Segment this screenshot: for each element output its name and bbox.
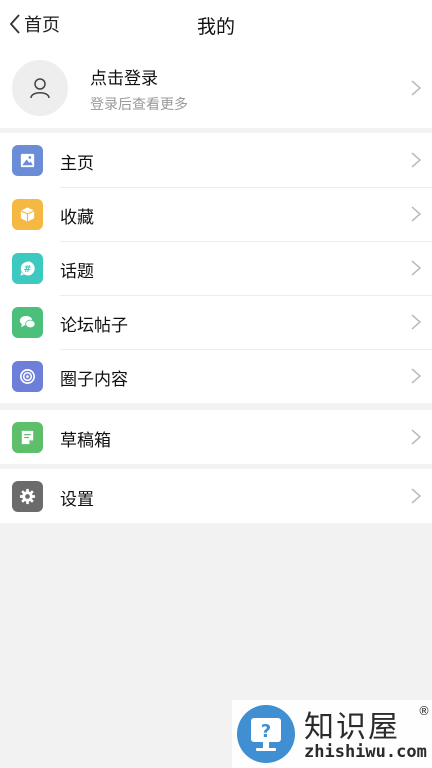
login-subtitle: 登录后查看更多	[90, 97, 188, 113]
chevron-right-icon	[411, 206, 422, 222]
hashtag-icon: #	[12, 253, 43, 284]
chat-icon-glyph	[19, 315, 36, 329]
menu-label: 草稿箱	[60, 431, 111, 451]
menu-group-settings: 设置	[0, 469, 432, 523]
login-title: 点击登录	[90, 69, 158, 89]
draft-icon-glyph	[21, 430, 34, 445]
box-icon-glyph	[20, 207, 35, 222]
menu-label: 主页	[60, 154, 94, 174]
chevron-right-icon	[411, 429, 422, 445]
chevron-right-icon	[411, 368, 422, 384]
menu-label: 圈子内容	[60, 370, 128, 390]
menu-label: 话题	[60, 262, 94, 282]
nav-bar: 首页 我的	[0, 0, 432, 48]
circle-icon	[12, 361, 43, 392]
menu-item-topics[interactable]: # 话题	[0, 241, 432, 295]
chevron-right-icon	[411, 260, 422, 276]
menu-label: 收藏	[60, 208, 94, 228]
gear-icon	[12, 481, 43, 512]
chevron-right-icon	[411, 488, 422, 504]
chevron-right-icon	[411, 314, 422, 330]
menu-group-drafts: 草稿箱	[0, 410, 432, 464]
chevron-right-icon	[411, 152, 422, 168]
menu-label: 论坛帖子	[60, 316, 128, 336]
svg-text:#: #	[24, 264, 32, 275]
avatar	[12, 60, 68, 116]
menu-item-drafts[interactable]: 草稿箱	[0, 410, 432, 464]
circle-icon-glyph	[19, 368, 36, 385]
box-icon	[12, 199, 43, 230]
gear-icon-glyph	[19, 488, 36, 505]
menu-item-settings[interactable]: 设置	[0, 469, 432, 523]
chat-icon	[12, 307, 43, 338]
menu-item-circle-content[interactable]: 圈子内容	[0, 349, 432, 403]
watermark: ? 知识屋 ® zhishiwu.com	[232, 700, 432, 768]
image-icon-glyph	[20, 153, 35, 168]
help-monitor-icon: ?	[237, 705, 295, 763]
login-row[interactable]: 点击登录 登录后查看更多	[0, 48, 432, 128]
registered-mark: ®	[418, 704, 430, 718]
user-icon	[30, 78, 50, 99]
menu-item-homepage[interactable]: 主页	[0, 133, 432, 187]
page-title: 我的	[196, 16, 235, 38]
chevron-right-icon	[411, 80, 422, 96]
hashtag-icon-glyph: #	[20, 261, 35, 276]
menu-item-forum-posts[interactable]: 论坛帖子	[0, 295, 432, 349]
svg-text:?: ?	[261, 721, 271, 742]
draft-icon	[12, 422, 43, 453]
watermark-url: zhishiwu.com	[304, 742, 427, 762]
menu-label: 设置	[60, 490, 94, 510]
image-icon	[12, 145, 43, 176]
watermark-title: 知识屋	[304, 710, 400, 745]
menu-group-main: 主页 收藏 # 话题 论坛帖子 圈子内容	[0, 133, 432, 403]
menu-item-favorites[interactable]: 收藏	[0, 187, 432, 241]
